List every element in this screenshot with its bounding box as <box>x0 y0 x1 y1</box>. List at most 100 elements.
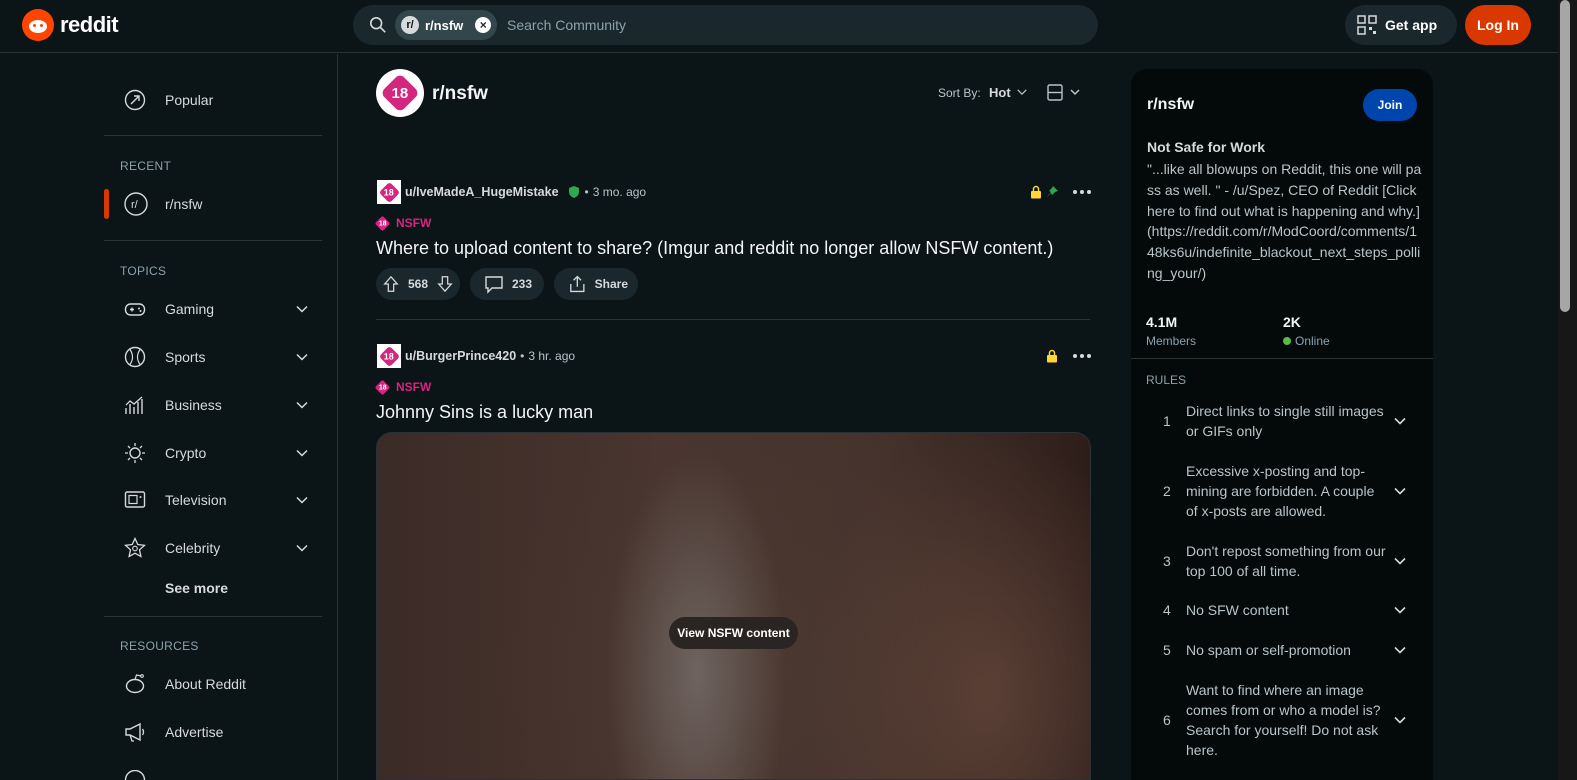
nsfw-18-icon: 18 <box>380 73 420 113</box>
sidebar-item-label: Business <box>165 397 222 413</box>
megaphone-icon <box>125 722 145 742</box>
sidebar-item-recent-nsfw[interactable]: r/ r/nsfw <box>104 181 322 227</box>
top-header: reddit r/ r/nsfw × Get app Log In <box>0 0 1558 53</box>
post-meta: u/BurgerPrince420 • 3 hr. ago <box>405 349 575 363</box>
chevron-down-icon <box>1017 89 1028 96</box>
vote-group: 568 <box>376 268 460 300</box>
community-title: r/nsfw <box>1147 96 1195 113</box>
reddit-alien-icon <box>125 674 145 694</box>
reddit-snoo-icon <box>22 9 54 41</box>
post-author[interactable]: u/BurgerPrince420 <box>405 349 516 363</box>
upvote-icon[interactable] <box>382 274 400 294</box>
scrollbar-thumb[interactable] <box>1560 0 1570 312</box>
divider <box>1131 358 1433 359</box>
sidebar-item-label: Gaming <box>165 301 215 317</box>
comments-button[interactable]: 233 <box>470 268 544 300</box>
mod-shield-icon <box>568 186 579 198</box>
sort-value: Hot <box>989 85 1011 100</box>
nsfw-tag: 18 NSFW <box>374 215 432 231</box>
svg-text:r/: r/ <box>131 199 139 211</box>
rule-item[interactable]: 1 Direct links to single still images or… <box>1147 400 1417 442</box>
search-chip-label: r/nsfw <box>425 17 464 33</box>
help-icon <box>124 770 146 780</box>
comment-icon <box>485 276 503 294</box>
chevron-down-icon <box>296 353 308 361</box>
share-label: Share <box>594 277 628 291</box>
login-button[interactable]: Log In <box>1465 5 1531 45</box>
rule-text: Direct links to single still images or G… <box>1186 403 1384 439</box>
rule-item[interactable]: 3 Don't repost something from our top 10… <box>1147 540 1417 582</box>
post-avatar[interactable]: 18 <box>377 180 401 204</box>
search-input[interactable] <box>507 15 1067 35</box>
lock-icon <box>1047 349 1057 363</box>
chevron-down-icon <box>296 449 308 457</box>
topics-section-title: TOPICS <box>120 264 167 278</box>
sidebar-item-label: Crypto <box>165 445 207 461</box>
sports-ball-icon <box>124 346 146 368</box>
sort-dropdown[interactable]: Hot <box>989 85 1028 100</box>
sidebar-item-label: Popular <box>165 92 214 108</box>
sidebar-item-gaming[interactable]: Gaming <box>104 286 322 332</box>
subreddit-icon: r/ <box>124 192 148 216</box>
join-button[interactable]: Join <box>1363 89 1417 121</box>
more-options-icon[interactable] <box>1073 352 1093 360</box>
chevron-down-icon <box>1394 487 1406 495</box>
community-name: Not Safe for Work <box>1147 139 1265 155</box>
sidebar-item-business[interactable]: Business <box>104 382 322 428</box>
rules-title: RULES <box>1146 373 1187 387</box>
sidebar-item-advertise[interactable]: Advertise <box>104 709 322 755</box>
online-count: 2K <box>1283 314 1301 330</box>
resources-section-title: RESOURCES <box>120 639 199 653</box>
share-button[interactable]: Share <box>554 268 638 300</box>
rule-item[interactable]: 6 Want to find where an image comes from… <box>1147 679 1417 761</box>
sidebar-item-popular[interactable]: Popular <box>104 77 322 123</box>
chevron-down-icon <box>296 305 308 313</box>
sidebar-item-crypto[interactable]: Crypto <box>104 430 322 476</box>
vote-count: 568 <box>407 277 429 291</box>
nsfw-tag: 18 NSFW <box>374 379 431 395</box>
post-title[interactable]: Johnny Sins is a lucky man <box>376 402 593 423</box>
downvote-icon[interactable] <box>436 274 454 294</box>
rule-text: Want to find where an image comes from o… <box>1186 682 1381 758</box>
close-icon[interactable]: × <box>475 17 492 33</box>
separator-dot: • <box>520 349 525 363</box>
page-title: r/nsfw <box>432 83 488 104</box>
post-title[interactable]: Where to upload content to share? (Imgur… <box>376 238 1053 259</box>
gamepad-icon <box>124 303 146 316</box>
post-author[interactable]: u/IveMadeA_HugeMistake <box>405 185 559 199</box>
rule-item[interactable]: 4 No SFW content <box>1147 599 1417 621</box>
post-media-blurred[interactable] <box>376 432 1091 780</box>
separator-dot: • <box>584 185 589 199</box>
search-bar[interactable]: r/ r/nsfw × <box>353 5 1098 45</box>
get-app-button[interactable]: Get app <box>1345 5 1457 45</box>
see-more-link[interactable]: See more <box>165 580 228 596</box>
nsfw-label: NSFW <box>396 216 432 230</box>
reddit-logo[interactable]: reddit <box>22 9 119 41</box>
comment-count: 233 <box>512 277 533 291</box>
online-label: Online <box>1283 334 1330 348</box>
star-icon <box>124 537 146 558</box>
rule-text: No spam or self-promotion <box>1186 642 1351 658</box>
sidebar-item-sports[interactable]: Sports <box>104 334 322 380</box>
post-meta: u/IveMadeA_HugeMistake • 3 mo. ago <box>405 185 646 199</box>
subreddit-icon: r/ <box>401 16 419 34</box>
nsfw-18-icon: 18 <box>374 215 391 231</box>
view-nsfw-button[interactable]: View NSFW content <box>669 617 798 649</box>
post-avatar[interactable]: 18 <box>377 344 401 368</box>
search-scope-chip[interactable]: r/ r/nsfw × <box>395 10 497 40</box>
more-options-icon[interactable] <box>1073 188 1093 196</box>
sidebar-item-celebrity[interactable]: Celebrity <box>104 525 322 571</box>
crypto-icon <box>125 443 145 463</box>
sidebar-item-about-reddit[interactable]: About Reddit <box>104 661 322 707</box>
rule-number: 1 <box>1163 413 1171 429</box>
rule-item[interactable]: 2 Excessive x-posting and top-mining are… <box>1147 460 1417 522</box>
rule-number: 5 <box>1163 642 1171 658</box>
subreddit-avatar[interactable]: 18 <box>376 69 424 117</box>
view-layout-icon[interactable] <box>1046 84 1082 102</box>
rule-item[interactable]: 5 No spam or self-promotion <box>1147 639 1417 661</box>
chevron-down-icon <box>296 544 308 552</box>
nsfw-18-icon: 18 <box>378 345 400 367</box>
post-actions: 568 233 Share <box>376 268 638 300</box>
sidebar-item-television[interactable]: Television <box>104 477 322 523</box>
post-time: 3 mo. ago <box>592 185 647 199</box>
